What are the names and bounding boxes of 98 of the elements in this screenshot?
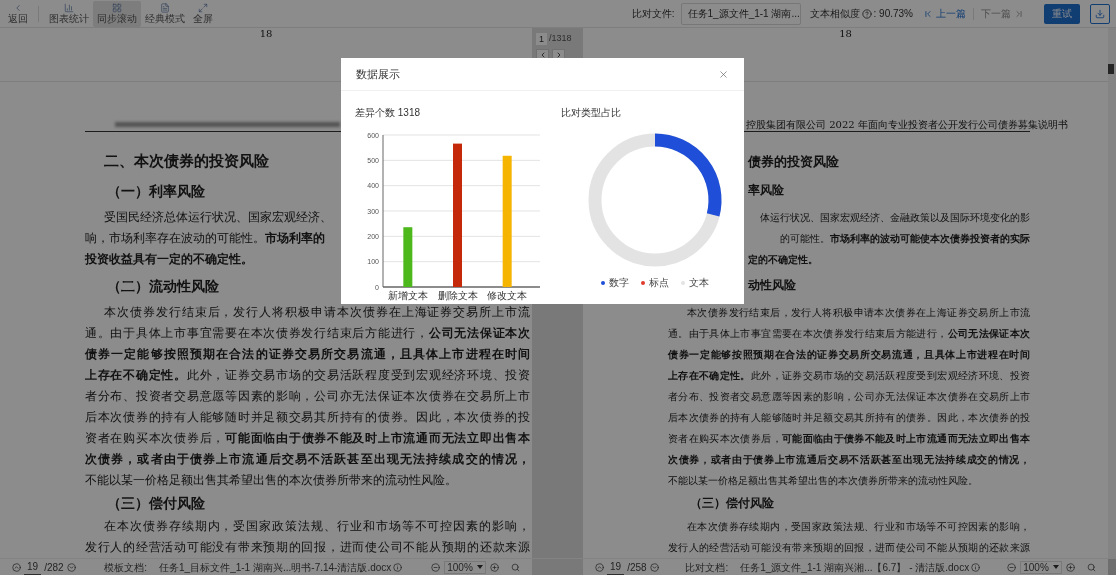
document-text-line: 的可能性。市场利率的波动可能使本次债券投资者的实际	[780, 232, 1030, 245]
scrollbar-thumb[interactable]	[1108, 64, 1114, 74]
chart-title: 差异个数 1318	[355, 106, 422, 120]
section-heading: 动性风险	[748, 278, 796, 294]
page-up-icon[interactable]	[12, 562, 21, 572]
zoom-in-icon[interactable]	[490, 562, 499, 572]
section-heading: 二、本次债券的投资风险	[104, 152, 269, 172]
document-label: 模板文档:	[104, 560, 148, 575]
document-text-line: 投资收益具有一定的不确定性。	[85, 251, 253, 268]
info-icon[interactable]	[393, 562, 403, 572]
document-text-line: 不能以某一价格足额出售其希望出售的本次债券所带来的流动性风险。	[668, 474, 978, 487]
page-total: /258	[627, 560, 647, 575]
document-text-line: 者分布、投资者交易意愿等因素的影响，公司亦无法保证本次债券在交易所上市	[668, 390, 1030, 403]
document-text-line: 上存在不确定性。此外，证券交易市场的交易活跃程度受到宏观经济环境、投资	[668, 369, 1030, 382]
document-text-line: 后本次债券的持有人能够随时并足额交易其所持有的债券。因此，本次债券的投	[668, 411, 1030, 424]
compare-file-dropdown[interactable]: 任务1_源文件_1-1 湖南...	[680, 2, 801, 25]
section-heading: （一）利率风险	[107, 181, 205, 201]
skip-back-icon	[923, 8, 933, 19]
document-text-line: 债券一定能够按照预期在合法的证券交易所交易流通，且具体上市进程在时间	[85, 346, 530, 363]
document-text-line: 债券一定能够按照预期在合法的证券交易所交易流通，且具体上市进程在时间	[668, 348, 1030, 361]
toolbar-button[interactable]: 经典模式	[141, 0, 189, 27]
page-number: 18	[839, 28, 852, 40]
document-label: 比对文档:	[685, 560, 729, 575]
zoom-out-icon[interactable]	[1007, 562, 1016, 572]
search-icon[interactable]	[511, 562, 520, 572]
document-text-line: 资者在购买本次债券后，可能面临由于债券不能及时上市流通而无法立即出售本	[85, 430, 530, 447]
skip-forward-icon	[1014, 8, 1024, 19]
similarity-value: : 90.73%	[873, 7, 913, 21]
section-heading: 债券的投资风险	[748, 153, 839, 171]
section-heading: （三）偿付风险	[107, 494, 205, 513]
page-total: /282	[44, 560, 64, 575]
close-icon[interactable]	[718, 68, 729, 80]
page-number: 18	[259, 28, 273, 40]
legend-label: 数字	[609, 277, 629, 289]
x-tick-label: 修改文本	[487, 290, 528, 301]
document-text-line: 通。由于具体上市事宜需要在本次债券发行结束后方能进行，公司无法保证本次	[85, 325, 530, 342]
page-field[interactable]: 19	[607, 559, 625, 575]
document-text-line: 定的不确定性。	[748, 253, 818, 266]
document-text-line: 本次债券发行结束后，发行人将积极申请本次债券在上海证券交易所上市流	[687, 306, 1030, 319]
previous-button[interactable]: 上一篇	[923, 6, 966, 21]
document-text-line: 本次债券发行结束后，发行人将积极申请本次债券在上海证券交易所上市流	[104, 304, 530, 321]
page-field[interactable]: 19	[24, 559, 42, 575]
current-difference-field[interactable]: 1	[536, 32, 547, 45]
search-icon[interactable]	[1087, 562, 1096, 572]
document-name: 任务1_目标文件_1-1 湖南兴...明书-7.14-清洁版.docx	[159, 560, 392, 575]
document-text-line: 后本次债券的持有人能够随时并足额交易其所持有的债券。因此，本次债券的投	[85, 409, 530, 426]
info-icon[interactable]	[971, 562, 981, 572]
chart-title: 比对类型占比	[561, 106, 621, 120]
document-text-line: 在本次债券存续期内，受国家政策法规、行业和市场等不可控因素的影响，	[687, 520, 1030, 533]
zoom-select[interactable]: 100%	[444, 560, 486, 574]
caret-icon	[1052, 565, 1059, 569]
page-header-text: 控股集团有限公司 2022 年面向专业投资者公开发行公司债券募集说明书	[746, 118, 1068, 132]
legend-label: 标点	[649, 277, 669, 289]
zoom-out-icon[interactable]	[431, 562, 440, 572]
section-heading: 率风险	[748, 183, 784, 199]
page-down-icon[interactable]	[66, 562, 76, 572]
x-tick-label: 新增文本	[387, 290, 428, 301]
zoom-in-icon[interactable]	[1066, 562, 1075, 572]
document-name: 任务1_源文件_1-1 湖南兴湘...【6.7】 - 清洁版.docx	[740, 560, 970, 575]
document-text-line: 者分布、投资者交易意愿等因素的影响，公司亦无法保证本次债券在交易所上市	[85, 388, 530, 405]
document-text-line: 不能以某一价格足额出售其希望出售的本次债券所带来的流动性风险。	[85, 472, 457, 489]
document-text-line: 次债券，或者由于债券上市流通后交易不活跃甚至出现无法持续成交的情况，	[85, 451, 530, 468]
document-text-line: 次债券，或者由于债券上市流通后交易不活跃甚至出现无法持续成交的情况，	[668, 453, 1030, 466]
download-button[interactable]	[1090, 3, 1110, 24]
document-text-line: 上存在不确定性。此外，证券交易市场的交易活跃程度受到宏观经济环境、投资	[85, 367, 530, 384]
document-text-line: 通。由于具体上市事宜需要在本次债券发行结束后方能进行，公司无法保证本次	[668, 327, 1030, 340]
section-heading: （三）偿付风险	[690, 495, 774, 512]
dialog-title: 数据展示	[356, 66, 400, 82]
page-down-icon[interactable]	[649, 562, 659, 572]
page-up-icon[interactable]	[595, 562, 604, 572]
legend-label: 文本	[689, 277, 709, 289]
bar	[403, 227, 413, 287]
toolbar-button[interactable]: 同步滚动	[93, 0, 141, 27]
similarity-label: 文本相似度	[809, 7, 860, 21]
document-text-line: 在本次债券存续期内，受国家政策法规、行业和市场等不可控因素的影响，	[104, 518, 530, 535]
document-text-line: 发行人的经营活动可能没有带来预期的回报，进而使公司不能从预期的还款来源	[668, 541, 1030, 554]
document-icon	[160, 2, 170, 13]
toolbar-button[interactable]: 返回	[4, 0, 32, 27]
download-icon	[1095, 8, 1105, 19]
bar-chart-icon	[64, 2, 74, 13]
document-text-line: 响，市场利率存在波动的可能性。市场利率的	[85, 230, 325, 247]
difference-total: /1318	[549, 32, 572, 45]
document-text-line: 资者在购买本次债券后，可能面临由于债券不能及时上市流通而无法立即出售本	[668, 432, 1030, 445]
compare-file-label: 比对文件:	[631, 7, 675, 21]
expand-icon	[198, 2, 208, 13]
caret-icon	[476, 565, 483, 569]
x-tick-label: 删除文本	[437, 290, 478, 301]
document-text-line: 发行人的经营活动可能没有带来预期的回报，进而使公司不能从预期的还款来源	[85, 539, 530, 556]
document-text-line: 受国民经济总体运行状况、国家宏观经济、	[104, 209, 332, 226]
toolbar-button[interactable]: 全屏	[189, 0, 217, 27]
help-icon[interactable]	[861, 8, 872, 19]
retry-button[interactable]: 重试	[1044, 3, 1080, 24]
document-text-line: 体运行状况、国家宏观经济、金融政策以及国际环境变化的影	[760, 211, 1030, 224]
grid-icon	[112, 2, 122, 13]
section-heading: （二）流动性风险	[107, 276, 219, 296]
toolbar-button[interactable]: 图表统计	[45, 0, 93, 27]
back-icon	[13, 2, 23, 13]
zoom-select[interactable]: 100%	[1020, 560, 1062, 574]
